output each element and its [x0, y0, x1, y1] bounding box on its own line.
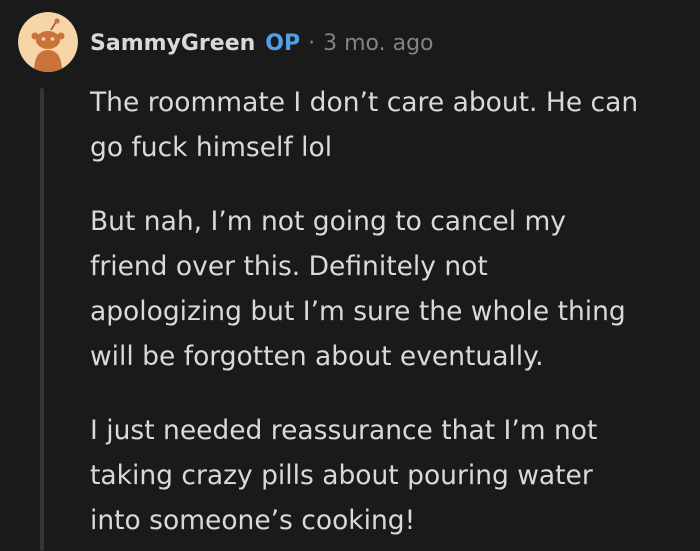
avatar[interactable]: [18, 12, 78, 72]
comment-body: The roommate I don’t care about. He can …: [90, 80, 690, 551]
comment-line: friend over this. Definitely not: [90, 251, 488, 282]
comment-line: apologizing but I’m sure the whole thing: [90, 296, 626, 327]
comment-line: I just needed reassurance that I’m not: [90, 415, 598, 446]
comment: SammyGreen OP · 3 mo. ago The roommate I…: [0, 0, 700, 551]
comment-timestamp[interactable]: 3 mo. ago: [323, 31, 433, 56]
meta-separator: ·: [308, 30, 316, 56]
comment-line: into someone’s cooking!: [90, 505, 416, 536]
comment-header: SammyGreen OP · 3 mo. ago: [90, 26, 434, 60]
author-username[interactable]: SammyGreen: [90, 31, 255, 56]
comment-line: The roommate I don’t care about. He can: [90, 87, 639, 118]
comment-line: But nah, I’m not going to cancel my: [90, 206, 566, 237]
snoo-avatar-icon: [18, 12, 78, 72]
op-badge: OP: [265, 30, 301, 56]
comment-paragraph: But nah, I’m not going to cancel my frie…: [90, 199, 690, 379]
comment-line: taking crazy pills about pouring water: [90, 460, 593, 491]
thread-line[interactable]: [40, 88, 44, 551]
comment-line: go fuck himself lol: [90, 132, 333, 163]
comment-line: will be forgotten about eventually.: [90, 341, 544, 372]
comment-paragraph: The roommate I don’t care about. He can …: [90, 80, 690, 170]
comment-paragraph: I just needed reassurance that I’m not t…: [90, 408, 690, 543]
